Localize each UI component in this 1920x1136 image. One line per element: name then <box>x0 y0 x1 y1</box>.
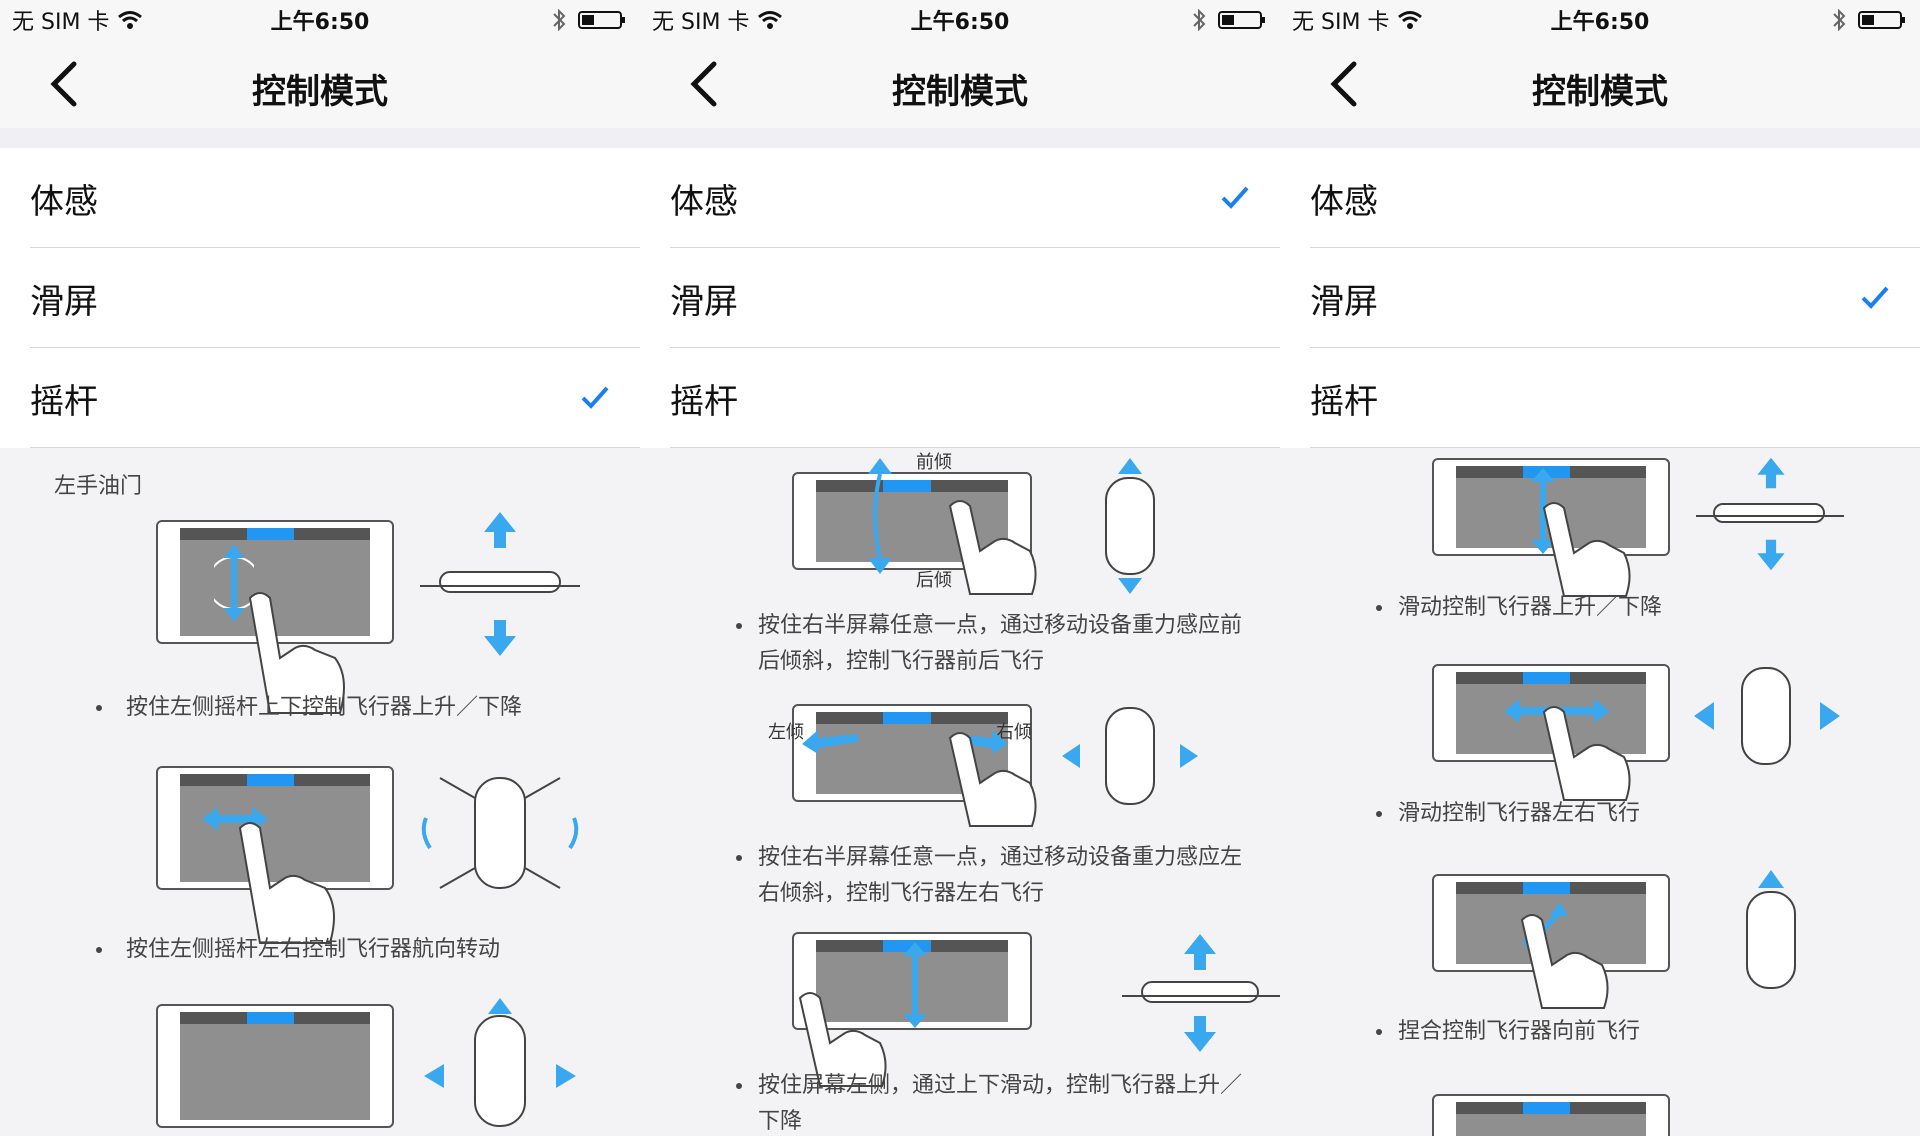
up-arrow-icon <box>1757 457 1785 489</box>
hand-icon <box>1520 914 1609 1009</box>
drone-side-icon <box>420 571 580 593</box>
carrier-label: 无 SIM 卡 <box>12 10 110 35</box>
mode-label: 摇杆 <box>30 382 98 422</box>
tilt-arrow-icon <box>868 458 892 574</box>
mode-option-joystick[interactable]: 摇杆 <box>1310 348 1920 448</box>
down-arrow-icon <box>1184 1016 1216 1052</box>
instructions: 前倾 后倾 按住右半屏幕任意一点，通过移动设备重力感应前后倾斜，控制飞行器前后飞… <box>640 448 1280 1136</box>
status-time: 上午6:50 <box>910 10 1010 35</box>
mode-label: 滑屏 <box>670 282 738 322</box>
bluetooth-icon <box>553 8 566 32</box>
bluetooth-icon <box>1833 8 1846 32</box>
up-down-arrow-icon <box>903 942 927 1028</box>
battery-icon <box>1218 11 1265 29</box>
mode-option-somatosensory[interactable]: 体感 <box>670 148 1280 248</box>
drone-top-icon <box>1105 458 1155 594</box>
mode-option-slide[interactable]: 滑屏 <box>670 248 1280 348</box>
hand-icon <box>948 732 1037 827</box>
mode-label: 体感 <box>1310 182 1378 222</box>
battery-icon <box>578 11 625 29</box>
mode-option-somatosensory[interactable]: 体感 <box>1310 148 1920 248</box>
drone-top-icon <box>1746 870 1796 989</box>
drone-side-icon <box>1122 981 1280 1003</box>
drone-top-icon <box>1062 707 1198 805</box>
checkmark-icon <box>1861 286 1889 309</box>
bluetooth-icon <box>1193 8 1206 32</box>
status-time: 上午6:50 <box>1550 10 1650 35</box>
down-arrow-icon <box>484 620 516 656</box>
mode-option-somatosensory[interactable]: 体感 <box>30 148 640 248</box>
screen-joystick-mode: 无 SIM 卡 上午6:50 控制模式 体感 滑屏 摇杆 左手油门 按住左侧摇杆… <box>0 0 640 1136</box>
mode-option-slide[interactable]: 滑屏 <box>1310 248 1920 348</box>
mode-label: 滑屏 <box>30 282 98 322</box>
mode-label: 摇杆 <box>670 382 738 422</box>
mode-option-slide[interactable]: 滑屏 <box>30 248 640 348</box>
phone-illustration <box>1432 1094 1670 1136</box>
wifi-icon <box>1398 11 1423 29</box>
nav-bar: 控制模式 <box>640 40 1280 129</box>
instructions: 左手油门 按住左侧摇杆上下控制飞行器上升／下降 按住左侧摇杆左右控制飞行器航向转… <box>0 448 640 1136</box>
wifi-icon <box>758 11 783 29</box>
status-bar: 无 SIM 卡 上午6:50 <box>640 0 1280 40</box>
mode-list: 体感 滑屏 摇杆 <box>0 148 640 448</box>
section-title: 左手油门 <box>54 474 143 499</box>
mode-label: 摇杆 <box>1310 382 1378 422</box>
up-arrow-icon <box>484 512 516 548</box>
mode-label: 体感 <box>670 182 738 222</box>
battery-icon <box>1858 11 1905 29</box>
phone-illustration <box>156 1004 394 1128</box>
drone-top-icon <box>421 777 579 889</box>
drone-top-icon <box>1694 667 1840 765</box>
page-title: 控制模式 <box>252 72 388 112</box>
mode-list: 体感 滑屏 摇杆 <box>1280 148 1920 448</box>
hand-icon <box>948 500 1037 595</box>
nav-bar: 控制模式 <box>0 40 640 129</box>
mode-list: 体感 滑屏 摇杆 <box>640 148 1280 448</box>
mode-label: 滑屏 <box>1310 282 1378 322</box>
checkmark-icon <box>581 386 609 409</box>
carrier-label: 无 SIM 卡 <box>1292 10 1390 35</box>
nav-bar: 控制模式 <box>1280 40 1920 129</box>
wifi-icon <box>118 11 143 29</box>
screen-somatosensory-mode: 无 SIM 卡 上午6:50 控制模式 体感 滑屏 摇杆 前倾 后倾 按住右半屏… <box>640 0 1280 1136</box>
mode-option-joystick[interactable]: 摇杆 <box>670 348 1280 448</box>
instructions: 滑动控制飞行器上升／下降 滑动控制飞行器左右飞行 捏合控制飞行器向前飞行 <box>1280 448 1920 1136</box>
hand-icon <box>1542 706 1631 801</box>
drone-top-icon <box>424 998 576 1127</box>
screen-slide-mode: 无 SIM 卡 上午6:50 控制模式 体感 滑屏 摇杆 滑动控制飞行器上升／下… <box>1280 0 1920 1136</box>
mode-label: 体感 <box>30 182 98 222</box>
left-arrow-icon <box>802 730 858 754</box>
status-time: 上午6:50 <box>270 10 370 35</box>
hand-icon <box>1542 502 1631 597</box>
page-title: 控制模式 <box>1532 72 1668 112</box>
checkmark-icon <box>1221 186 1249 209</box>
drone-side-icon <box>1696 503 1844 523</box>
tilt-forward-label: 前倾 <box>916 452 952 473</box>
down-arrow-icon <box>1757 539 1785 571</box>
page-title: 控制模式 <box>892 72 1028 112</box>
status-bar: 无 SIM 卡 上午6:50 <box>1280 0 1920 40</box>
mode-option-joystick[interactable]: 摇杆 <box>30 348 640 448</box>
up-arrow-icon <box>1184 934 1216 970</box>
status-bar: 无 SIM 卡 上午6:50 <box>0 0 640 40</box>
hand-icon <box>238 822 335 944</box>
carrier-label: 无 SIM 卡 <box>652 10 750 35</box>
tilt-left-label: 左倾 <box>768 722 804 743</box>
